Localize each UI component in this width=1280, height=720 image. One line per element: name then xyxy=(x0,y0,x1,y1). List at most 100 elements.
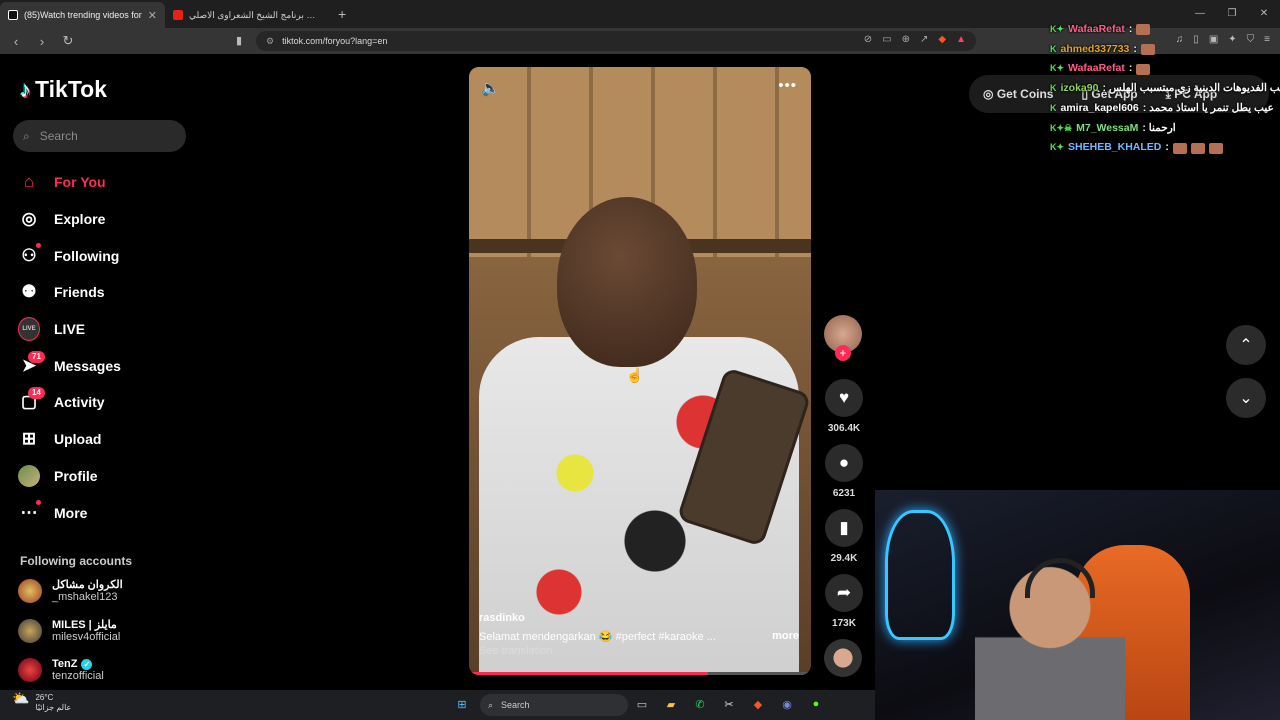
url-field[interactable]: ⚙ tiktok.com/foryou?lang=en ⊘ ▭ ⊕ ↗ ◆ ▲ xyxy=(256,31,976,51)
windows-taskbar: ⛅ 26°C عالم جزائيًا ⊞ ⌕ Search ▭ ▰ ✆ ✂ ◆… xyxy=(0,690,875,720)
share-arrow-icon[interactable]: ➦ xyxy=(825,574,863,612)
kick-badge-icon: K✦☠ xyxy=(1050,122,1073,133)
bookmark-icon[interactable]: ▮ xyxy=(825,509,863,547)
more-icon: ⋯ xyxy=(18,499,41,524)
zoom-icon[interactable]: ⊕ xyxy=(902,34,910,45)
following-account[interactable]: TenZ ✓ tenzofficial xyxy=(18,658,104,682)
emote-icon xyxy=(1140,44,1155,56)
brave-browser-icon[interactable]: ◆ xyxy=(750,696,766,712)
creator-avatar[interactable]: + xyxy=(824,315,862,361)
snipping-icon[interactable]: ✂ xyxy=(721,696,737,712)
chat-username: WafaaRefat xyxy=(1068,62,1125,75)
nav-friends[interactable]: ⚉ Friends xyxy=(18,274,121,311)
following-accounts-header: Following accounts xyxy=(20,554,133,568)
profile-avatar xyxy=(18,464,40,487)
chat-message: K✦☠ M7_WessaM: ارحمنا xyxy=(1050,119,1280,139)
nav-for-you[interactable]: ⌂ For You xyxy=(18,164,121,201)
share-action[interactable]: ➦ 173K xyxy=(824,574,864,629)
get-coins-button[interactable]: ◎ Get Coins xyxy=(983,87,1053,101)
emote-icon xyxy=(1208,142,1223,154)
friends-icon: ⚉ xyxy=(21,282,37,302)
site-info-icon[interactable]: ⚙ xyxy=(266,36,274,47)
discord-icon[interactable]: ◉ xyxy=(779,696,795,712)
nav-label: Explore xyxy=(54,211,106,228)
nav-activity[interactable]: ▢ 14 Activity xyxy=(18,384,121,421)
chat-username: SHEHEB_KHALED xyxy=(1068,141,1162,154)
chat-message: K✦ WafaaRefat: xyxy=(1050,20,1280,40)
close-tab-icon[interactable]: ✕ xyxy=(148,9,157,22)
weather-icon: ⛅ xyxy=(12,690,30,706)
new-tab-button[interactable]: + xyxy=(338,6,346,22)
taskbar-search[interactable]: ⌕ Search xyxy=(480,694,628,716)
chat-text: : xyxy=(1165,141,1169,154)
bookmark-icon[interactable]: ▮ xyxy=(236,34,242,47)
music-disc-icon[interactable] xyxy=(824,639,862,677)
forward-icon[interactable]: › xyxy=(32,34,52,49)
task-view-icon[interactable]: ▭ xyxy=(634,696,650,712)
nav-more[interactable]: ⋯ More xyxy=(18,494,121,531)
comment-icon[interactable]: ● xyxy=(825,444,863,482)
chat-username: amira_kapel606 xyxy=(1060,101,1139,114)
nav-label: Profile xyxy=(54,467,98,484)
weather-widget[interactable]: ⛅ 26°C عالم جزائيًا xyxy=(12,690,71,713)
emote-icon xyxy=(1136,24,1151,36)
reader-icon[interactable]: ⊘ xyxy=(864,34,872,45)
previous-video-button[interactable]: ⌃ xyxy=(1226,325,1266,365)
nav-label: Following xyxy=(54,247,120,264)
heart-icon[interactable]: ♥ xyxy=(825,379,863,417)
back-icon[interactable]: ‹ xyxy=(6,34,26,49)
kick-badge-icon: K✦ xyxy=(1050,142,1065,153)
tab-tiktok[interactable]: (85)Watch trending videos for ✕ xyxy=(0,2,165,28)
whatsapp-icon[interactable]: ✆ xyxy=(692,696,708,712)
tab-title: موسيقى برنامج الشيخ الشعراوى الاصلي xyxy=(189,9,322,20)
caption-more-button[interactable]: more xyxy=(772,630,799,643)
tab-youtube[interactable]: موسيقى برنامج الشيخ الشعراوى الاصلي xyxy=(165,2,330,28)
save-count: 29.4K xyxy=(830,553,858,564)
nav-profile[interactable]: Profile xyxy=(18,458,121,495)
nav-messages[interactable]: ➤ 71 Messages xyxy=(18,347,121,384)
avatar xyxy=(18,658,42,682)
following-account[interactable]: الكروان مشاكل _mshakel123 xyxy=(18,578,123,603)
like-action[interactable]: ♥ 306.4K xyxy=(824,379,864,434)
taskbar-search-label: Search xyxy=(501,700,530,710)
see-translation-link[interactable]: See translation xyxy=(479,645,799,657)
nav-explore[interactable]: ◎ Explore xyxy=(18,201,121,238)
nav-following[interactable]: ⚇ Following xyxy=(18,237,121,274)
account-name: الكروان مشاكل xyxy=(52,579,123,591)
video-progress-bar[interactable] xyxy=(469,672,811,675)
chat-message: K✦ SHEHEB_KHALED: xyxy=(1050,138,1280,158)
reload-icon[interactable]: ↻ xyxy=(58,33,78,49)
upload-icon: ⊞ xyxy=(21,429,37,449)
save-action[interactable]: ▮ 29.4K xyxy=(824,509,864,564)
comment-action[interactable]: ● 6231 xyxy=(824,444,864,499)
follow-plus-icon[interactable]: + xyxy=(835,345,851,361)
nav-label: LIVE xyxy=(54,321,86,338)
brave-shield-icon[interactable]: ◆ xyxy=(938,34,946,45)
nav-label: For You xyxy=(54,174,106,191)
live-avatar: LIVE xyxy=(18,317,40,342)
share-icon[interactable]: ↗ xyxy=(920,34,928,45)
volume-icon[interactable]: 🔈 xyxy=(481,79,500,97)
chat-text: : مع سبب الفديوهات الدينية زي مبتسبب اله… xyxy=(1102,82,1280,95)
obs-icon[interactable]: ● xyxy=(808,696,824,712)
windows-start-icon[interactable]: ⊞ xyxy=(454,696,470,712)
video-options-icon[interactable]: ••• xyxy=(778,77,797,94)
file-explorer-icon[interactable]: ▰ xyxy=(663,696,679,712)
home-icon: ⌂ xyxy=(23,172,35,192)
video-username[interactable]: rasdinko xyxy=(479,612,799,624)
weather-temp: 26°C xyxy=(35,693,54,702)
nav-upload[interactable]: ⊞ Upload xyxy=(18,421,121,458)
nav-live[interactable]: LIVE LIVE xyxy=(18,311,121,348)
notification-dot xyxy=(36,242,41,248)
tiktok-logo[interactable]: ♪ TikTok xyxy=(20,76,107,103)
following-account[interactable]: MILES | مايلز milesv4official xyxy=(18,618,120,643)
webcam-overlay xyxy=(875,490,1280,720)
next-video-button[interactable]: ⌄ xyxy=(1226,378,1266,418)
notification-dot xyxy=(36,499,41,505)
search-input[interactable]: ⌕ Search xyxy=(13,120,186,152)
avatar xyxy=(18,578,42,603)
chevron-down-icon: ⌄ xyxy=(1239,390,1253,407)
brave-rewards-icon[interactable]: ▲ xyxy=(956,34,966,45)
account-name-row: TenZ ✓ xyxy=(52,658,104,670)
pip-icon[interactable]: ▭ xyxy=(882,34,891,45)
